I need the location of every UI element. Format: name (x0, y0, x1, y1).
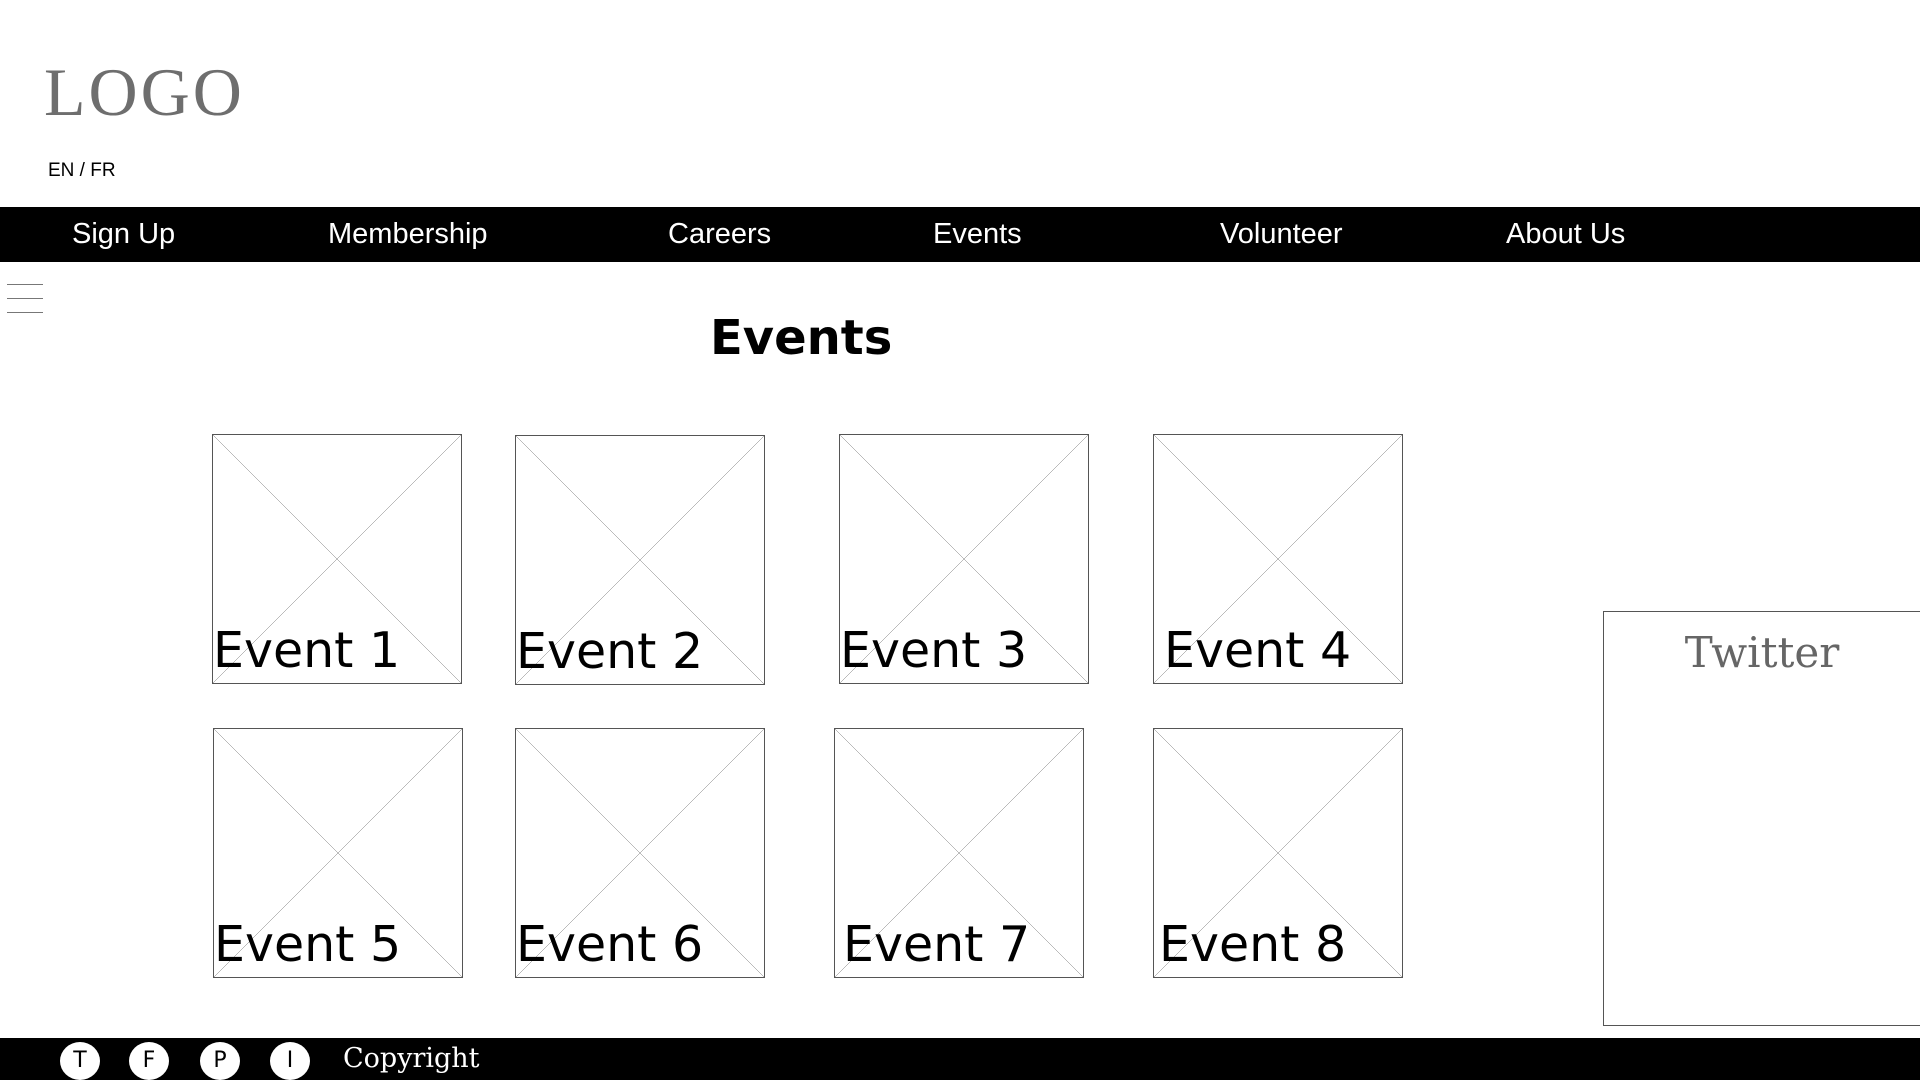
nav-item-sign-up[interactable]: Sign Up (72, 207, 175, 262)
twitter-icon[interactable]: T (60, 1042, 100, 1080)
facebook-icon[interactable]: F (129, 1042, 169, 1080)
event-card-8[interactable]: Event 8 (1153, 728, 1403, 978)
main-nav: Sign Up Membership Careers Events Volunt… (0, 207, 1920, 262)
event-label: Event 3 (840, 622, 1028, 679)
logo[interactable]: LOGO (44, 58, 245, 126)
copyright-text: Copyright (343, 1043, 480, 1074)
hamburger-line (7, 284, 43, 285)
event-card-6[interactable]: Event 6 (515, 728, 765, 978)
event-card-4[interactable]: Event 4 (1153, 434, 1403, 684)
event-label: Event 6 (516, 916, 704, 973)
twitter-widget[interactable]: Twitter (1603, 611, 1920, 1026)
event-card-3[interactable]: Event 3 (839, 434, 1089, 684)
event-card-5[interactable]: Event 5 (213, 728, 463, 978)
event-label: Event 2 (516, 623, 704, 680)
pinterest-icon[interactable]: P (200, 1042, 240, 1080)
hamburger-line (7, 298, 43, 299)
nav-item-volunteer[interactable]: Volunteer (1220, 207, 1343, 262)
event-label: Event 7 (843, 916, 1031, 973)
hamburger-line (7, 312, 43, 313)
language-toggle[interactable]: EN / FR (48, 160, 116, 182)
event-label: Event 4 (1164, 622, 1352, 679)
event-card-2[interactable]: Event 2 (515, 435, 765, 685)
nav-item-events[interactable]: Events (933, 207, 1022, 262)
page: LOGO EN / FR Sign Up Membership Careers … (0, 0, 1920, 1080)
footer: T F P I Copyright (0, 1038, 1920, 1080)
event-label: Event 1 (213, 622, 401, 679)
instagram-icon[interactable]: I (270, 1042, 310, 1080)
event-card-1[interactable]: Event 1 (212, 434, 462, 684)
nav-item-membership[interactable]: Membership (328, 207, 488, 262)
event-label: Event 5 (214, 916, 402, 973)
nav-item-about-us[interactable]: About Us (1506, 207, 1625, 262)
hamburger-menu-icon[interactable] (7, 284, 43, 314)
page-title: Events (710, 310, 893, 366)
twitter-title: Twitter (1684, 628, 1840, 677)
nav-item-careers[interactable]: Careers (668, 207, 771, 262)
event-card-7[interactable]: Event 7 (834, 728, 1084, 978)
event-label: Event 8 (1159, 916, 1347, 973)
